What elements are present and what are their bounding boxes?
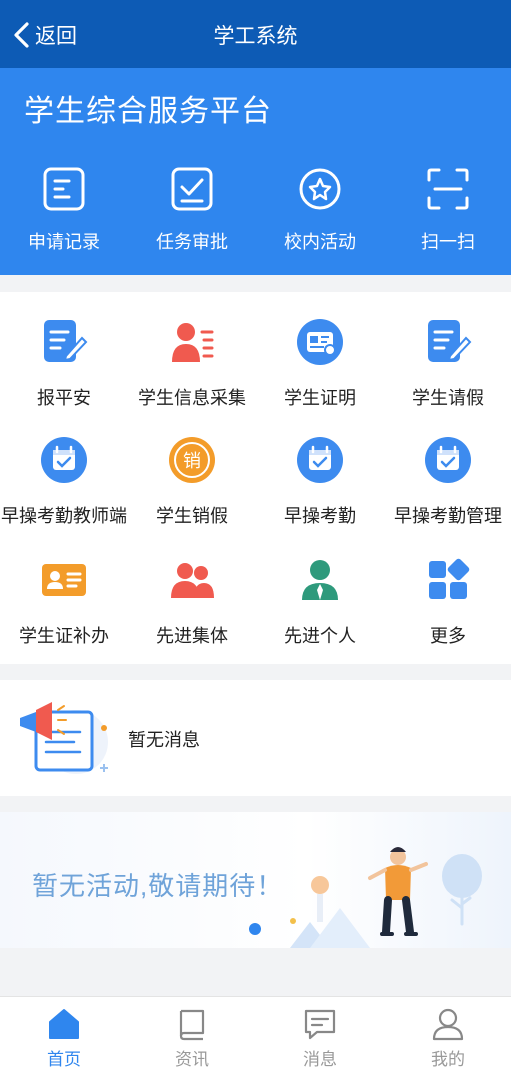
calendar-check-icon — [297, 437, 343, 483]
quick-action-application-record[interactable]: 申请记录 — [0, 166, 128, 254]
service-more[interactable]: 更多 — [384, 556, 511, 648]
calendar-check-icon — [41, 437, 87, 483]
certificate-icon — [297, 319, 343, 365]
tab-messages[interactable]: 消息 — [256, 1007, 384, 1070]
campus-activity-icon — [299, 168, 341, 210]
tab-label: 消息 — [303, 1050, 337, 1069]
message-icon — [304, 1009, 336, 1040]
service-leave-request[interactable]: 学生请假 — [384, 318, 511, 410]
calendar-check-icon — [425, 437, 471, 483]
scan-icon — [427, 168, 469, 210]
service-label: 学生请假 — [412, 388, 484, 408]
service-advanced-individual[interactable]: 先进个人 — [256, 556, 384, 648]
quick-action-label: 扫一扫 — [421, 232, 475, 252]
service-label: 早操考勤教师端 — [1, 506, 127, 526]
task-approval-icon — [171, 167, 213, 211]
home-icon — [49, 1009, 79, 1039]
activity-banner[interactable]: 暂无活动,敬请期待！ — [0, 812, 511, 948]
bottom-tab-bar: 首页 资讯 消息 我的 — [0, 996, 511, 1070]
quick-action-campus-activity[interactable]: 校内活动 — [256, 166, 384, 254]
report-safe-icon — [44, 320, 88, 362]
quick-action-label: 申请记录 — [28, 232, 100, 252]
service-label: 更多 — [430, 626, 466, 646]
group-icon — [171, 563, 214, 598]
quick-action-scan[interactable]: 扫一扫 — [384, 166, 511, 254]
person-icon — [302, 560, 338, 600]
profile-icon — [432, 1008, 464, 1041]
tab-profile[interactable]: 我的 — [384, 1007, 511, 1070]
service-label: 报平安 — [37, 388, 91, 408]
service-label: 学生销假 — [156, 506, 228, 526]
svg-text:销: 销 — [183, 451, 201, 472]
service-morning-attendance-manage[interactable]: 早操考勤管理 — [384, 436, 511, 528]
info-collection-icon — [172, 323, 214, 362]
service-label: 先进个人 — [284, 626, 356, 646]
service-info-collection[interactable]: 学生信息采集 — [128, 318, 256, 410]
page-title: 学工系统 — [213, 25, 298, 48]
quick-action-task-approval[interactable]: 任务审批 — [128, 166, 256, 254]
service-advanced-group[interactable]: 先进集体 — [128, 556, 256, 648]
leave-request-icon — [428, 320, 472, 362]
top-bar: 返回 学工系统 — [0, 0, 511, 68]
tab-label: 我的 — [431, 1050, 465, 1069]
platform-title: 学生综合服务平台 — [24, 95, 272, 128]
service-label: 早操考勤管理 — [394, 506, 502, 526]
more-apps-icon — [429, 558, 470, 599]
service-morning-attendance[interactable]: 早操考勤 — [256, 436, 384, 528]
service-label: 早操考勤 — [284, 506, 356, 526]
service-certificate[interactable]: 学生证明 — [256, 318, 384, 410]
megaphone-icon — [20, 702, 108, 774]
cancel-leave-icon: 销 — [169, 437, 215, 483]
service-id-card-reissue[interactable]: 学生证补办 — [0, 556, 128, 648]
notice-text: 暂无消息 — [128, 730, 200, 750]
service-cancel-leave[interactable]: 销 学生销假 — [128, 436, 256, 528]
tab-news[interactable]: 资讯 — [128, 1007, 256, 1070]
quick-action-label: 任务审批 — [156, 232, 228, 252]
tab-label: 首页 — [47, 1050, 81, 1069]
application-record-icon — [43, 167, 85, 211]
tab-label: 资讯 — [175, 1050, 209, 1069]
id-card-icon — [42, 564, 86, 596]
service-label: 先进集体 — [156, 626, 228, 646]
hero-panel: 学生综合服务平台 申请记录 任务审批 校内活动 扫一扫 — [0, 68, 511, 275]
service-label: 学生证明 — [284, 388, 356, 408]
service-grid: 报平安 学生信息采集 学生证明 学生请假 早操考勤教师端 销 学生销假 早操考勤… — [0, 292, 511, 664]
person-illustration-icon — [249, 847, 482, 948]
service-morning-attendance-teacher[interactable]: 早操考勤教师端 — [0, 436, 128, 528]
tab-home[interactable]: 首页 — [0, 1007, 128, 1070]
service-label: 学生证补办 — [19, 626, 109, 646]
news-icon — [179, 1009, 205, 1041]
notice-panel[interactable]: 暂无消息 — [0, 680, 511, 796]
service-report-safe[interactable]: 报平安 — [0, 318, 128, 410]
service-label: 学生信息采集 — [138, 388, 246, 408]
quick-action-label: 校内活动 — [284, 232, 356, 252]
